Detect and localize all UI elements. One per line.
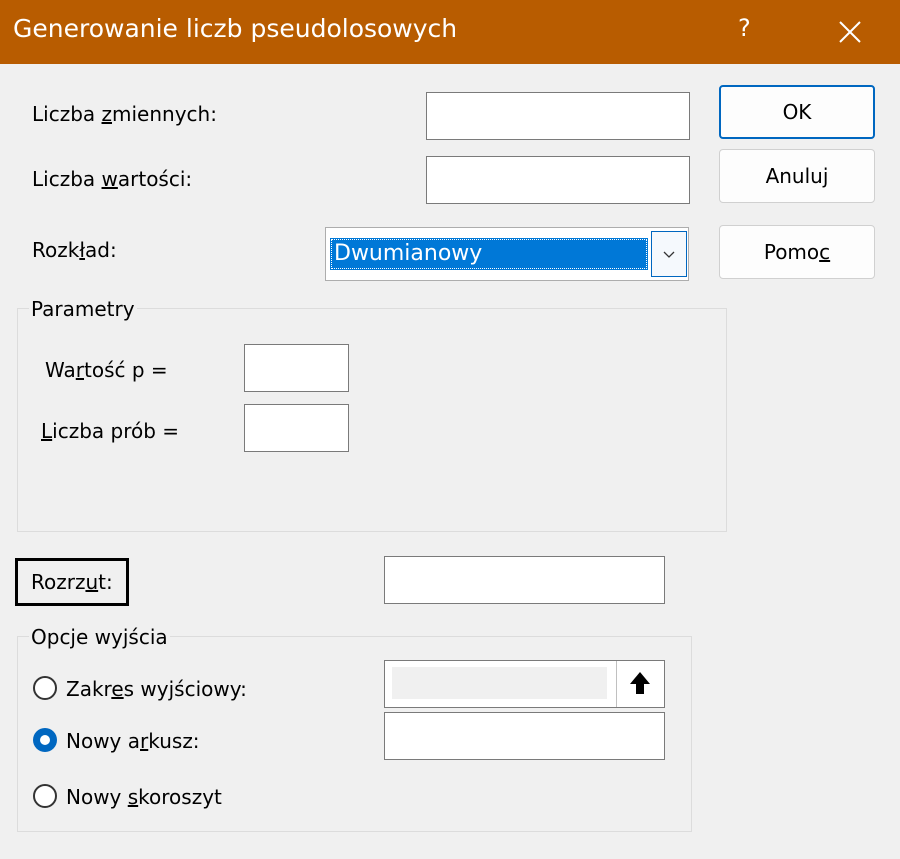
help-title-button[interactable]: ?	[738, 14, 751, 42]
new-sheet-label[interactable]: Nowy arkusz:	[66, 729, 200, 753]
output-range-label[interactable]: Zakres wyjściowy:	[66, 677, 247, 701]
trials-input[interactable]	[244, 404, 349, 452]
cancel-button[interactable]: Anuluj	[719, 149, 875, 203]
new-workbook-label[interactable]: Nowy skoroszyt	[66, 785, 222, 809]
trials-label: Liczba prób =	[41, 419, 180, 443]
parameters-title: Parametry	[29, 297, 137, 321]
help-button[interactable]: Pomo c	[719, 225, 875, 279]
dialog-title: Generowanie liczb pseudolosowych	[13, 14, 458, 43]
distribution-selected-value: Dwumianowy	[330, 238, 648, 270]
num-values-input[interactable]	[426, 156, 690, 204]
output-options-title: Opcje wyjścia	[29, 625, 170, 649]
p-value-input[interactable]	[244, 344, 349, 392]
new-sheet-name-input[interactable]	[384, 712, 665, 760]
range-select-button[interactable]	[616, 661, 664, 707]
close-icon[interactable]	[836, 18, 864, 46]
title-bar: Generowanie liczb pseudolosowych ?	[0, 0, 900, 64]
new-workbook-radio[interactable]	[33, 784, 57, 808]
chevron-down-icon	[663, 251, 675, 258]
new-sheet-radio[interactable]	[33, 728, 57, 752]
num-values-label: Liczba wartości:	[32, 167, 193, 191]
seed-input[interactable]	[384, 556, 665, 604]
dropdown-button[interactable]	[651, 231, 687, 277]
seed-label: Rozrzut:	[31, 570, 113, 594]
num-variables-input[interactable]	[426, 92, 690, 140]
num-variables-label: Liczba zmiennych:	[32, 102, 217, 126]
distribution-select[interactable]: Dwumianowy	[325, 227, 689, 281]
ok-button[interactable]: OK	[719, 85, 875, 139]
distribution-label: Rozkład:	[32, 238, 117, 262]
p-value-label: Wartość p =	[45, 358, 168, 382]
output-range-input[interactable]	[384, 660, 665, 708]
output-range-radio[interactable]	[33, 676, 57, 700]
output-range-value	[392, 667, 607, 699]
arrow-up-icon	[630, 672, 650, 694]
